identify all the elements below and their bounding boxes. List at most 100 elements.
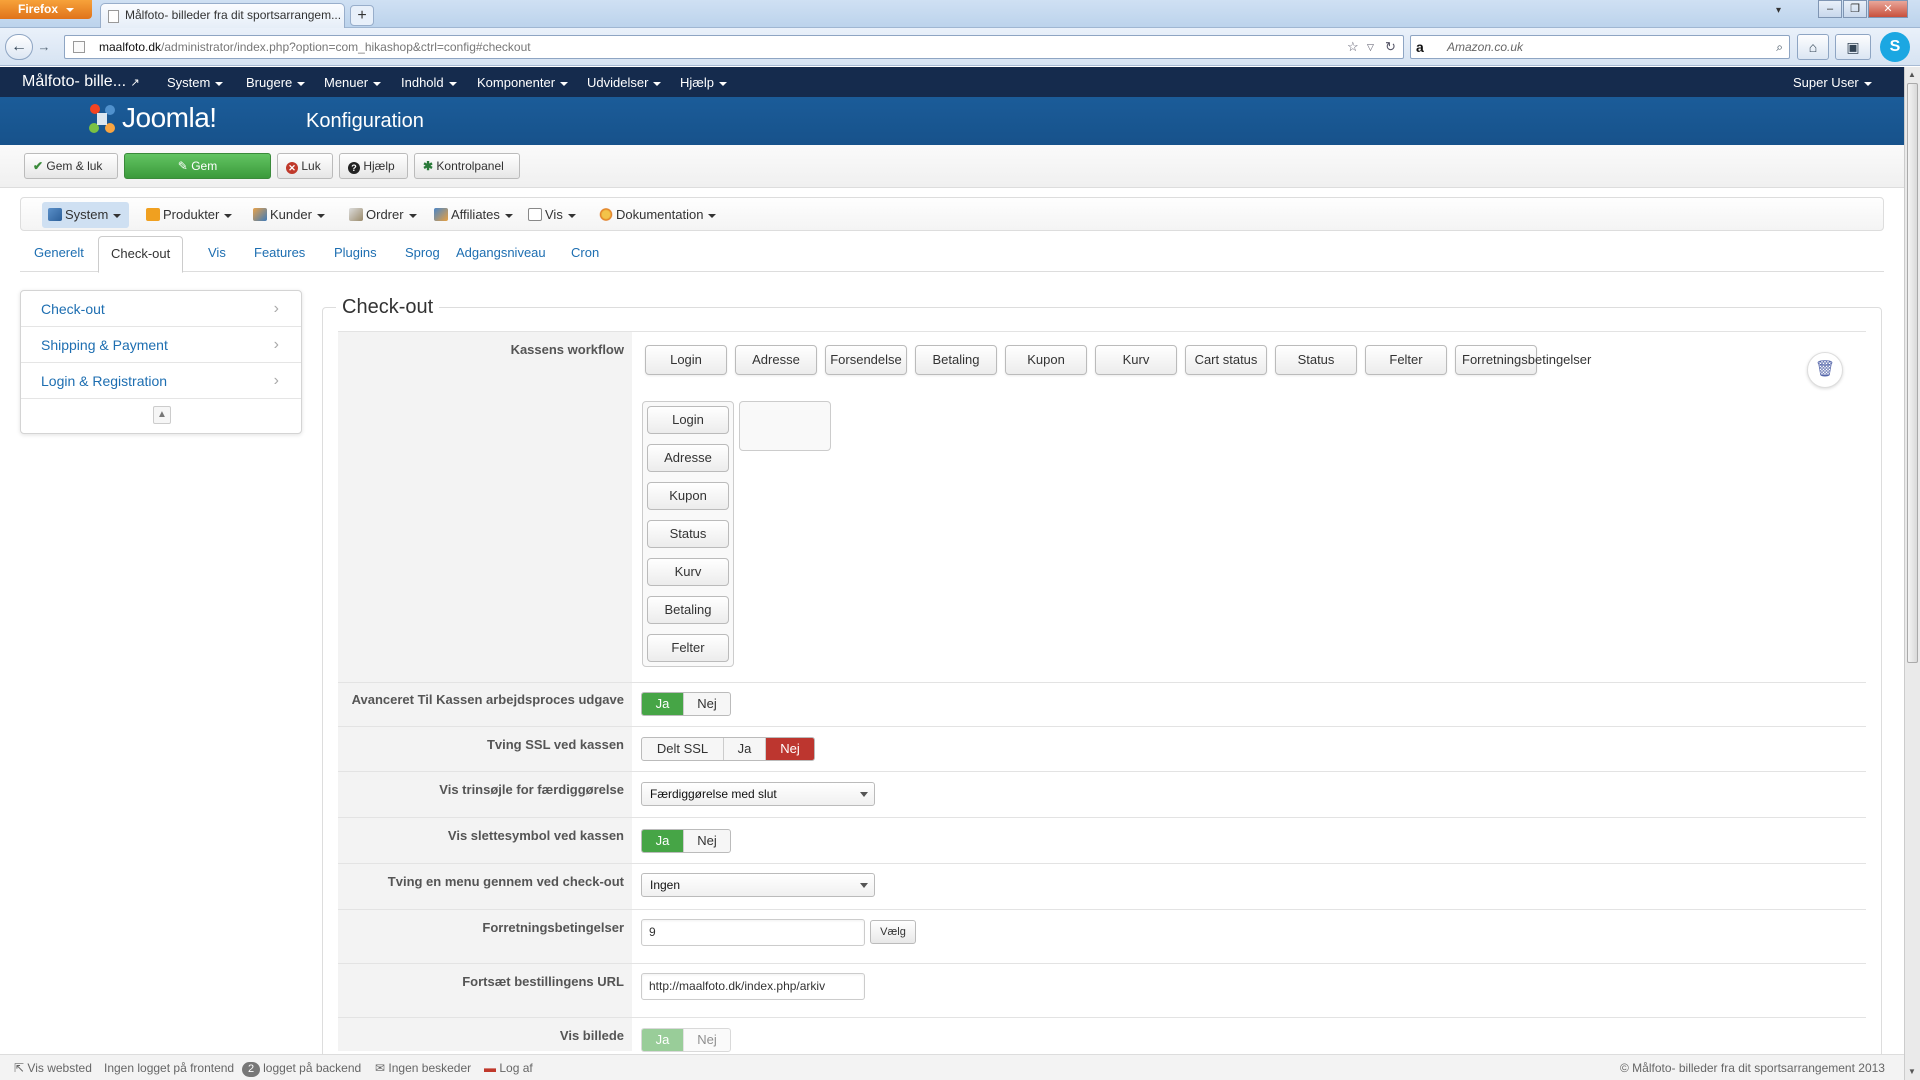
- view-site-link[interactable]: ⇱ Vis websted: [14, 1061, 92, 1075]
- home-icon[interactable]: ⌂: [1797, 34, 1829, 60]
- menu-components[interactable]: Komponenter: [477, 75, 569, 90]
- image-no-button[interactable]: Nej: [684, 1029, 730, 1051]
- amazon-engine-icon[interactable]: a: [1416, 39, 1432, 55]
- workflow-item-cart-status[interactable]: Cart status: [1185, 345, 1267, 375]
- workflow-item-login[interactable]: Login: [645, 345, 727, 375]
- menu-help[interactable]: Hjælp: [680, 75, 727, 90]
- save-button[interactable]: ✎ Gem: [124, 153, 271, 179]
- ssl-shared-button[interactable]: Delt SSL: [642, 738, 724, 760]
- workflow-item-coupon[interactable]: Kupon: [1005, 345, 1087, 375]
- browser-tab[interactable]: Målfoto- billeder fra dit sportsarrangem…: [100, 3, 345, 28]
- new-tab-button[interactable]: +: [350, 5, 374, 26]
- step-item-address[interactable]: Adresse: [647, 444, 729, 472]
- workflow-item-status[interactable]: Status: [1275, 345, 1357, 375]
- user-menu[interactable]: Super User: [1793, 75, 1872, 90]
- menu-users[interactable]: Brugere: [246, 75, 306, 90]
- close-button[interactable]: ✕ Luk: [277, 153, 333, 179]
- terms-input[interactable]: 9: [641, 919, 865, 946]
- choose-terms-button[interactable]: Vælg: [870, 920, 916, 944]
- force-menu-select[interactable]: Ingen: [641, 873, 875, 897]
- continue-url-input[interactable]: http://maalfoto.dk/index.php/arkiv: [641, 973, 865, 1000]
- url-bar[interactable]: maalfoto.dk/administrator/index.php?opti…: [64, 35, 1404, 59]
- bookmark-star-icon[interactable]: ☆: [1347, 36, 1359, 58]
- tab-features[interactable]: Features: [242, 236, 317, 271]
- steps-bar-select[interactable]: Færdiggørelse med slut: [641, 782, 875, 806]
- addon-bar-icon[interactable]: ▣: [1835, 34, 1871, 60]
- scroll-up-icon[interactable]: ▲: [1908, 70, 1916, 79]
- workflow-item-shipping[interactable]: Forsendelse: [825, 345, 907, 375]
- step-item-status[interactable]: Status: [647, 520, 729, 548]
- workflow-item-address[interactable]: Adresse: [735, 345, 817, 375]
- step-item-coupon[interactable]: Kupon: [647, 482, 729, 510]
- messages-link[interactable]: ✉ Ingen beskeder: [375, 1061, 471, 1075]
- scrollbar-thumb[interactable]: [1907, 83, 1918, 663]
- workflow-item-payment[interactable]: Betaling: [915, 345, 997, 375]
- tab-list-icon[interactable]: ▾: [1776, 5, 1781, 16]
- tab-cron[interactable]: Cron: [559, 236, 611, 271]
- steps-bar-label: Vis trinsøjle for færdiggørelse: [439, 782, 624, 797]
- sidenav-item-checkout[interactable]: Check-out ›: [21, 291, 301, 327]
- row-divider: [338, 331, 1866, 332]
- tab-general[interactable]: Generelt: [22, 236, 96, 271]
- tab-display[interactable]: Vis: [196, 236, 238, 271]
- hk-menu-system[interactable]: System: [42, 202, 130, 228]
- hk-menu-customers[interactable]: Kunder: [247, 202, 333, 228]
- delete-yes-button[interactable]: Ja: [642, 830, 684, 852]
- firefox-menu-button[interactable]: Firefox: [0, 0, 92, 19]
- tab-plugins[interactable]: Plugins: [322, 236, 389, 271]
- tab-access-level[interactable]: Adgangsniveau: [444, 236, 558, 271]
- chevron-down-icon: [860, 883, 868, 888]
- workflow-step-dropzone[interactable]: Login Adresse Kupon Status Kurv Betaling…: [642, 401, 734, 667]
- collapse-icon[interactable]: ▲: [153, 406, 171, 424]
- skype-icon[interactable]: S: [1880, 32, 1910, 62]
- step-item-login[interactable]: Login: [647, 406, 729, 434]
- search-bar[interactable]: a Amazon.co.uk ⌕: [1410, 35, 1790, 59]
- advanced-yes-button[interactable]: Ja: [642, 693, 684, 715]
- trash-icon[interactable]: 🗑: [1807, 352, 1843, 388]
- scroll-down-icon[interactable]: ▼: [1908, 1067, 1916, 1076]
- url-history-icon[interactable]: ▽: [1367, 36, 1374, 58]
- workflow-new-step-dropzone[interactable]: [739, 401, 831, 451]
- hk-menu-affiliates[interactable]: Affiliates: [428, 202, 521, 228]
- ssl-yes-button[interactable]: Ja: [724, 738, 766, 760]
- step-item-cart[interactable]: Kurv: [647, 558, 729, 586]
- tab-checkout[interactable]: Check-out: [98, 236, 184, 273]
- step-item-payment[interactable]: Betaling: [647, 596, 729, 624]
- logout-link[interactable]: ▬ Log af: [484, 1061, 533, 1075]
- hk-menu-products[interactable]: Produkter: [140, 202, 240, 228]
- ssl-no-button[interactable]: Nej: [766, 738, 814, 760]
- back-icon[interactable]: ←: [5, 34, 33, 60]
- workflow-item-cart[interactable]: Kurv: [1095, 345, 1177, 375]
- close-window-icon[interactable]: ✕: [1868, 0, 1908, 18]
- reload-icon[interactable]: ↻: [1385, 36, 1396, 58]
- menu-content[interactable]: Indhold: [401, 75, 457, 90]
- workflow-item-fields[interactable]: Felter: [1365, 345, 1447, 375]
- image-yes-button[interactable]: Ja: [642, 1029, 684, 1051]
- delete-no-button[interactable]: Nej: [684, 830, 730, 852]
- menu-menus[interactable]: Menuer: [324, 75, 382, 90]
- site-name-link[interactable]: Målfoto- bille... ↗: [22, 73, 140, 91]
- tab-title: Målfoto- billeder fra dit sportsarrangem…: [125, 8, 342, 22]
- cog-icon: ✱: [423, 159, 434, 173]
- hk-menu-orders[interactable]: Ordrer: [343, 202, 425, 228]
- forward-icon[interactable]: →: [34, 38, 54, 56]
- hk-menu-documentation[interactable]: Dokumentation: [593, 202, 724, 228]
- restore-icon[interactable]: ❐: [1843, 0, 1867, 18]
- search-icon[interactable]: ⌕: [1776, 36, 1783, 58]
- sidenav-item-shipping-payment[interactable]: Shipping & Payment ›: [21, 327, 301, 363]
- site-identity-icon[interactable]: [73, 41, 85, 53]
- workflow-item-terms[interactable]: Forretningsbetingelser: [1455, 345, 1591, 375]
- control-panel-button[interactable]: ✱ Kontrolpanel: [414, 153, 520, 179]
- menu-system[interactable]: System: [167, 75, 224, 90]
- hk-menu-display[interactable]: Vis: [522, 202, 584, 228]
- backend-users-status: 2 logget på backend: [242, 1061, 361, 1077]
- minimize-icon[interactable]: –: [1818, 0, 1842, 18]
- advanced-no-button[interactable]: Nej: [684, 693, 730, 715]
- menu-extensions[interactable]: Udvidelser: [587, 75, 662, 90]
- help-button[interactable]: ? Hjælp: [339, 153, 408, 179]
- tab-language[interactable]: Sprog: [393, 236, 452, 271]
- save-close-button[interactable]: ✔ Gem & luk: [24, 153, 118, 179]
- step-item-fields[interactable]: Felter: [647, 634, 729, 662]
- sidenav-item-login-registration[interactable]: Login & Registration ›: [21, 363, 301, 399]
- page-scrollbar[interactable]: ▲ ▼: [1904, 67, 1920, 1080]
